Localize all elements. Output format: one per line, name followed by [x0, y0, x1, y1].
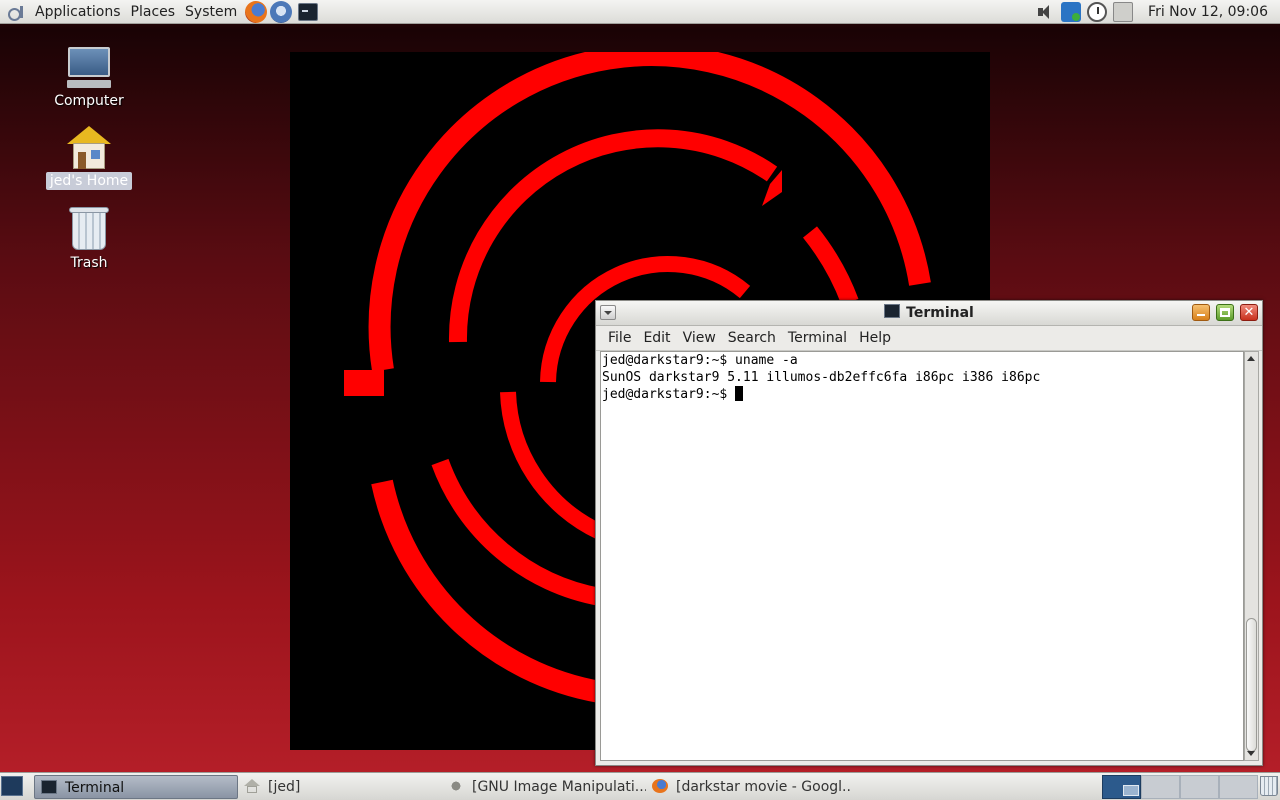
thunderbird-icon[interactable] [270, 0, 293, 23]
update-icon[interactable] [1113, 2, 1134, 22]
menu-view[interactable]: View [677, 330, 722, 346]
desktop-icon-label: Computer [54, 93, 124, 109]
gimp-icon [448, 779, 464, 793]
home-folder-icon [244, 779, 260, 793]
desktop-icon-home[interactable]: jed's Home [44, 126, 134, 190]
minimize-button[interactable] [1192, 304, 1210, 321]
terminal-prompt: jed@darkstar9:~$ [602, 387, 736, 402]
menu-help[interactable]: Help [853, 330, 897, 346]
workspace-2[interactable] [1141, 775, 1180, 799]
desktop-icon-label: jed's Home [45, 172, 133, 190]
volume-icon[interactable] [1035, 2, 1055, 22]
close-button[interactable]: ✕ [1240, 304, 1258, 321]
menu-search[interactable]: Search [722, 330, 782, 346]
workspace-switcher [1102, 775, 1258, 799]
terminal-window[interactable]: Terminal ✕ File Edit View Search Termina… [595, 300, 1263, 766]
task-button-home[interactable]: [jed] [238, 775, 442, 799]
menu-terminal[interactable]: Terminal [782, 330, 853, 346]
firefox-icon [652, 779, 668, 793]
maximize-button[interactable] [1216, 304, 1234, 321]
menu-applications[interactable]: Applications [30, 0, 126, 24]
window-titlebar[interactable]: Terminal ✕ [596, 301, 1262, 326]
terminal-prompt-line[interactable]: jed@darkstar9:~$ [601, 386, 1243, 403]
home-folder-icon [67, 126, 111, 170]
bottom-panel: Terminal [jed] [GNU Image Manipulati... … [0, 772, 1280, 800]
show-desktop-icon[interactable] [1, 776, 23, 796]
trash-icon [67, 206, 111, 252]
clock[interactable]: Fri Nov 12, 09:06 [1148, 4, 1268, 20]
scrollbar-thumb[interactable] [1246, 618, 1257, 752]
window-title-text: Terminal [906, 305, 974, 321]
system-tray: Fri Nov 12, 09:06 [1032, 0, 1280, 24]
task-button-gimp[interactable]: [GNU Image Manipulati... [442, 775, 646, 799]
desktop-icon-label: Trash [70, 255, 108, 271]
desktop-icon-trash[interactable]: Trash [44, 206, 134, 272]
top-panel: Applications Places System Fri Nov 12, 0… [0, 0, 1280, 24]
terminal-line: jed@darkstar9:~$ uname -a [602, 353, 798, 368]
task-label: [darkstar movie - Googl... [676, 779, 850, 795]
scroll-up-arrow-icon[interactable] [1245, 352, 1258, 366]
terminal-output[interactable]: jed@darkstar9:~$ uname -a SunOS darkstar… [600, 351, 1244, 761]
clock-icon[interactable] [1087, 2, 1108, 22]
distro-logo-icon[interactable] [6, 3, 28, 21]
terminal-line: SunOS darkstar9 5.11 illumos-db2effc6fa … [602, 370, 1041, 385]
menu-edit[interactable]: Edit [637, 330, 676, 346]
terminal-icon[interactable] [298, 2, 319, 21]
menu-file[interactable]: File [602, 330, 637, 346]
menu-places[interactable]: Places [126, 0, 181, 24]
workspace-3[interactable] [1180, 775, 1219, 799]
desktop-icon-computer[interactable]: Computer [44, 46, 134, 110]
task-button-firefox[interactable]: [darkstar movie - Googl... [646, 775, 850, 799]
text-cursor [735, 386, 744, 401]
terminal-scrollbar[interactable] [1244, 351, 1259, 761]
terminal-icon [884, 304, 901, 318]
firefox-icon[interactable] [245, 0, 268, 23]
computer-icon [67, 46, 111, 90]
task-label: [jed] [268, 779, 301, 795]
trash-applet-icon[interactable] [1260, 776, 1278, 796]
network-icon[interactable] [1061, 2, 1082, 22]
workspace-1[interactable] [1102, 775, 1141, 799]
menu-system[interactable]: System [180, 0, 242, 24]
terminal-icon [41, 780, 57, 794]
terminal-menubar: File Edit View Search Terminal Help [596, 326, 1262, 351]
task-label: Terminal [65, 780, 125, 796]
workspace-4[interactable] [1219, 775, 1258, 799]
task-button-terminal[interactable]: Terminal [34, 775, 238, 799]
task-label: [GNU Image Manipulati... [472, 779, 646, 795]
scroll-down-arrow-icon[interactable] [1245, 746, 1258, 760]
window-title: Terminal [596, 301, 1262, 325]
